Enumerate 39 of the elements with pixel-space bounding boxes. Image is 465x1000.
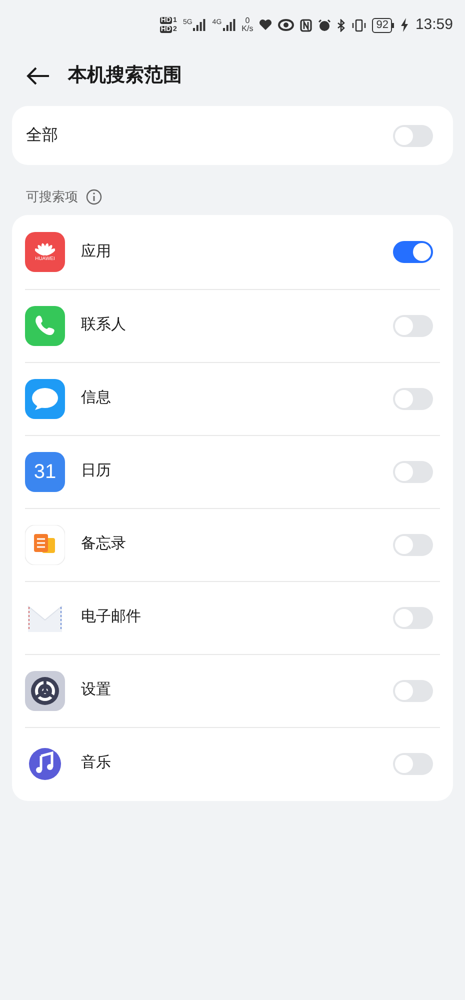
toggle-switch[interactable]: [393, 752, 433, 774]
toggle-switch[interactable]: [393, 460, 433, 482]
chat-bubble-icon: [25, 378, 65, 418]
item-label: 备忘录: [81, 534, 127, 554]
speed-value: 0: [245, 17, 250, 25]
bluetooth-icon: [337, 18, 346, 32]
toggle-switch[interactable]: [393, 241, 433, 263]
item-label: 联系人: [81, 315, 127, 336]
alarm-icon: [318, 18, 332, 32]
eye-icon: [278, 19, 294, 31]
toggle-switch[interactable]: [393, 388, 433, 410]
nfc-icon: [300, 18, 312, 32]
clock-time: 13:59: [415, 14, 453, 35]
gear-icon: [25, 670, 65, 710]
toggle-switch[interactable]: [393, 124, 433, 146]
item-label: 应用: [81, 242, 112, 262]
item-label: 信息: [81, 388, 112, 408]
item-label: 日历: [81, 461, 112, 482]
all-label: 全部: [26, 126, 58, 146]
section-label: 可搜索项: [26, 188, 78, 206]
item-label: 电子邮件: [81, 607, 142, 628]
notes-icon: [25, 524, 65, 564]
vibrate-icon: [352, 18, 366, 32]
signal-icon: [192, 19, 206, 31]
calendar-icon: 31: [25, 452, 65, 492]
toggle-switch[interactable]: [393, 680, 433, 702]
info-icon[interactable]: [86, 188, 102, 205]
item-label: 音乐: [81, 753, 112, 774]
battery-level: 92: [372, 18, 392, 32]
toggle-switch[interactable]: [393, 314, 433, 336]
charging-icon: [400, 18, 410, 32]
item-label: 设置: [81, 680, 112, 700]
phone-icon: [25, 306, 65, 346]
heart-icon: [259, 19, 272, 31]
toggle-switch[interactable]: [393, 606, 433, 628]
speed-unit: K/s: [242, 25, 254, 33]
signal-icon: [222, 19, 236, 31]
page-title: 本机搜索范围: [68, 64, 182, 88]
toggle-switch[interactable]: [393, 534, 433, 556]
